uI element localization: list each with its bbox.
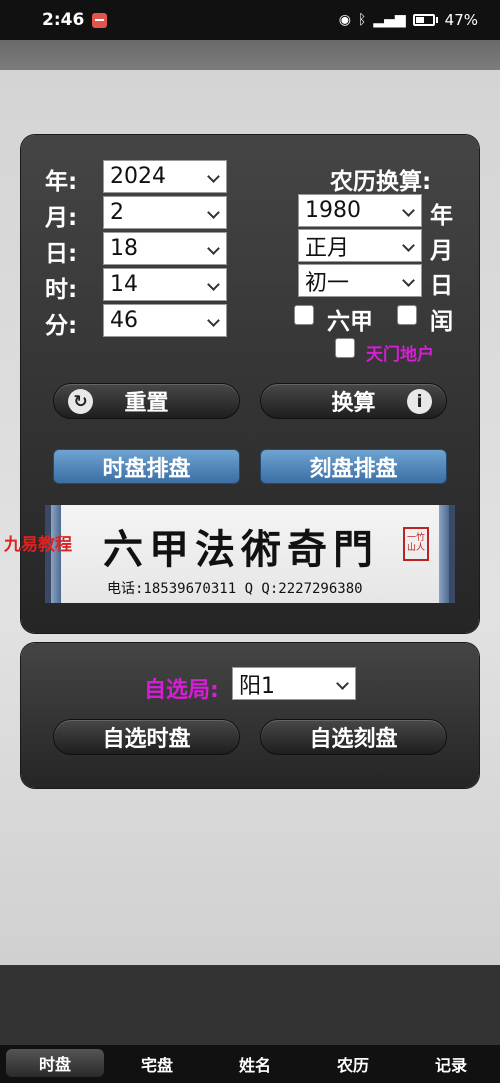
scroll-roller-right xyxy=(439,505,449,603)
year-select[interactable]: 2024 xyxy=(103,160,227,193)
chevron-down-icon xyxy=(402,274,415,287)
run-checkbox[interactable] xyxy=(397,305,417,325)
tianmen-label: 天门地户 xyxy=(366,345,434,365)
status-icons: ◉ ᛒ ▂▄▆ 47% xyxy=(339,11,478,29)
lunar-day-select[interactable]: 初一 xyxy=(298,264,422,297)
minute-value: 46 xyxy=(110,308,138,333)
liujia-checkbox[interactable] xyxy=(294,305,314,325)
banner-title: 六甲法術奇門 xyxy=(103,526,379,573)
month-value: 2 xyxy=(110,200,124,225)
lunar-month-unit: 月 xyxy=(430,238,453,264)
tab-jilu[interactable]: 记录 xyxy=(402,1045,500,1083)
custom-kepan-button[interactable]: 自选刻盘 xyxy=(260,719,447,755)
hour-select[interactable]: 14 xyxy=(103,268,227,301)
chevron-down-icon xyxy=(207,170,220,183)
hour-value: 14 xyxy=(110,272,138,297)
lunar-month-select[interactable]: 正月 xyxy=(298,229,422,262)
status-time: 2:46 xyxy=(42,10,85,30)
watermark-tag: 九易教程 xyxy=(4,535,72,555)
refresh-icon: ↻ xyxy=(68,389,93,414)
liujia-label: 六甲 xyxy=(327,309,373,335)
tab-nongli[interactable]: 农历 xyxy=(304,1045,402,1083)
reset-label: 重置 xyxy=(124,391,169,416)
chevron-down-icon xyxy=(207,206,220,219)
hour-label: 时: xyxy=(45,277,78,303)
custom-value: 阳1 xyxy=(239,673,275,699)
convert-button[interactable]: 换算 i xyxy=(260,383,447,419)
custom-kepan-label: 自选刻盘 xyxy=(309,727,398,752)
lunar-day-value: 初一 xyxy=(305,270,350,296)
chevron-down-icon xyxy=(207,314,220,327)
custom-shipan-button[interactable]: 自选时盘 xyxy=(53,719,240,755)
custom-select[interactable]: 阳1 xyxy=(232,667,356,700)
lunar-year-select[interactable]: 1980 xyxy=(298,194,422,227)
run-label: 闰 xyxy=(430,309,453,335)
eye-icon: ◉ xyxy=(338,12,351,28)
kepan-button[interactable]: 刻盘排盘 xyxy=(260,449,447,484)
banner-seal: 一竹 山人 xyxy=(403,527,429,561)
minute-label: 分: xyxy=(45,313,78,339)
battery-icon xyxy=(412,14,435,26)
year-value: 2024 xyxy=(110,164,166,189)
custom-label: 自选局: xyxy=(144,678,219,703)
notification-icon xyxy=(92,12,108,28)
bluetooth-icon: ᛒ xyxy=(357,12,367,28)
chevron-down-icon xyxy=(336,677,349,690)
battery-percent: 47% xyxy=(444,11,478,29)
chevron-down-icon xyxy=(402,239,415,252)
banner-contact: 电话:18539670311 Q Q:2227296380 xyxy=(107,581,363,597)
chevron-down-icon xyxy=(207,278,220,291)
status-bar: 2:46 ◉ ᛒ ▂▄▆ 47% xyxy=(0,0,500,40)
tianmen-checkbox[interactable] xyxy=(335,338,355,358)
chevron-down-icon xyxy=(402,204,415,217)
signal-icon: ▂▄▆ xyxy=(373,12,406,28)
bottom-tab-bar: 时盘 宅盘 姓名 农历 记录 xyxy=(0,1045,500,1083)
day-value: 18 xyxy=(110,236,138,261)
lunar-month-value: 正月 xyxy=(305,235,350,261)
custom-shipan-label: 自选时盘 xyxy=(102,727,191,752)
reset-button[interactable]: ↻ 重置 xyxy=(53,383,240,419)
bottom-area xyxy=(0,965,500,1045)
scroll-banner: 六甲法術奇門 一竹 山人 电话:18539670311 Q Q:22272963… xyxy=(45,505,455,603)
convert-label: 换算 xyxy=(331,391,376,416)
month-select[interactable]: 2 xyxy=(103,196,227,229)
custom-panel xyxy=(21,643,479,788)
tab-zhaipan[interactable]: 宅盘 xyxy=(108,1045,206,1083)
tab-shipan[interactable]: 时盘 xyxy=(6,1049,104,1077)
kepan-label: 刻盘排盘 xyxy=(309,456,398,482)
tab-xingming[interactable]: 姓名 xyxy=(206,1045,304,1083)
chevron-down-icon xyxy=(207,242,220,255)
info-icon: i xyxy=(407,389,432,414)
lunar-year-unit: 年 xyxy=(430,203,453,229)
day-label: 日: xyxy=(45,241,78,267)
minute-select[interactable]: 46 xyxy=(103,304,227,337)
shipan-button[interactable]: 时盘排盘 xyxy=(53,449,240,484)
lunar-year-value: 1980 xyxy=(305,198,361,223)
year-label: 年: xyxy=(45,169,78,195)
lunar-day-unit: 日 xyxy=(430,273,453,299)
day-select[interactable]: 18 xyxy=(103,232,227,265)
lunar-title: 农历换算: xyxy=(330,169,432,195)
shipan-label: 时盘排盘 xyxy=(102,456,191,482)
month-label: 月: xyxy=(45,205,78,231)
title-band xyxy=(0,40,500,70)
